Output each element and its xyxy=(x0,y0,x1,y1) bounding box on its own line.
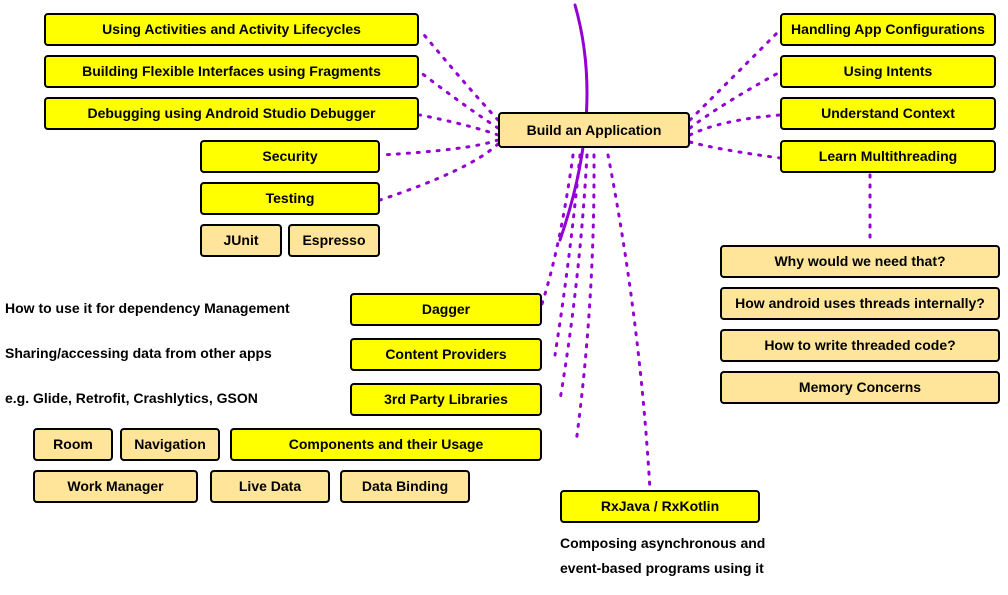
node-android-threads: How android uses threads internally? xyxy=(720,287,1000,320)
node-components-usage: Components and their Usage xyxy=(230,428,542,461)
label: How to write threaded code? xyxy=(764,337,955,354)
label: Memory Concerns xyxy=(799,379,921,396)
label: Dagger xyxy=(422,301,470,318)
label: Using Activities and Activity Lifecycles xyxy=(102,21,361,38)
label: 3rd Party Libraries xyxy=(384,391,508,408)
label: Security xyxy=(262,148,317,165)
label: Using Intents xyxy=(844,63,933,80)
node-live-data: Live Data xyxy=(210,470,330,503)
node-room: Room xyxy=(33,428,113,461)
label: Debugging using Android Studio Debugger xyxy=(87,105,375,122)
caption-rx-line1: Composing asynchronous and xyxy=(560,535,765,551)
node-app-configs: Handling App Configurations xyxy=(780,13,996,46)
node-testing: Testing xyxy=(200,182,380,215)
label: How android uses threads internally? xyxy=(735,295,985,312)
diagram-canvas: Build an Application Using Activities an… xyxy=(0,0,1008,595)
node-content-providers: Content Providers xyxy=(350,338,542,371)
node-debugger: Debugging using Android Studio Debugger xyxy=(44,97,419,130)
node-activities-lifecycles: Using Activities and Activity Lifecycles xyxy=(44,13,419,46)
label: Why would we need that? xyxy=(774,253,945,270)
node-data-binding: Data Binding xyxy=(340,470,470,503)
label: Testing xyxy=(266,190,315,207)
caption-content-providers: Sharing/accessing data from other apps xyxy=(5,345,272,361)
label: Work Manager xyxy=(67,478,163,495)
node-fragments: Building Flexible Interfaces using Fragm… xyxy=(44,55,419,88)
label: Live Data xyxy=(239,478,301,495)
label: Building Flexible Interfaces using Fragm… xyxy=(82,63,381,80)
label: JUnit xyxy=(224,232,259,249)
node-why-need: Why would we need that? xyxy=(720,245,1000,278)
caption-rx-line2: event-based programs using it xyxy=(560,560,764,576)
node-rxjava-rxkotlin: RxJava / RxKotlin xyxy=(560,490,760,523)
label: Learn Multithreading xyxy=(819,148,957,165)
label: Understand Context xyxy=(821,105,955,122)
label: Room xyxy=(53,436,93,453)
node-navigation: Navigation xyxy=(120,428,220,461)
node-dagger: Dagger xyxy=(350,293,542,326)
label: Data Binding xyxy=(362,478,448,495)
label: RxJava / RxKotlin xyxy=(601,498,719,515)
caption-third-party: e.g. Glide, Retrofit, Crashlytics, GSON xyxy=(5,390,258,406)
label: Handling App Configurations xyxy=(791,21,985,38)
node-security: Security xyxy=(200,140,380,173)
caption-dagger: How to use it for dependency Management xyxy=(5,300,290,316)
node-espresso: Espresso xyxy=(288,224,380,257)
node-build-an-application: Build an Application xyxy=(498,112,690,148)
node-context: Understand Context xyxy=(780,97,996,130)
label: Build an Application xyxy=(527,122,662,139)
node-junit: JUnit xyxy=(200,224,282,257)
node-intents: Using Intents xyxy=(780,55,996,88)
node-work-manager: Work Manager xyxy=(33,470,198,503)
node-write-threaded: How to write threaded code? xyxy=(720,329,1000,362)
label: Content Providers xyxy=(385,346,506,363)
node-memory-concerns: Memory Concerns xyxy=(720,371,1000,404)
label: Espresso xyxy=(302,232,365,249)
label: Components and their Usage xyxy=(289,436,483,453)
node-multithreading: Learn Multithreading xyxy=(780,140,996,173)
node-third-party-libs: 3rd Party Libraries xyxy=(350,383,542,416)
label: Navigation xyxy=(134,436,206,453)
